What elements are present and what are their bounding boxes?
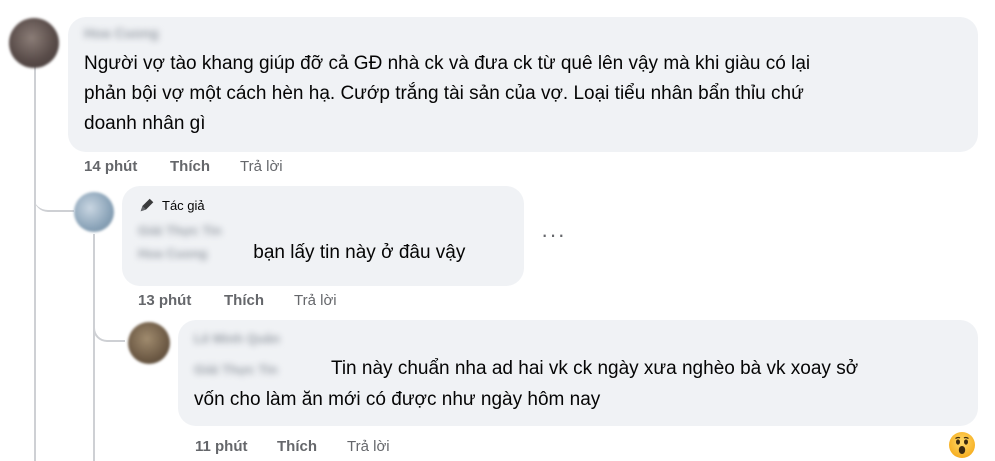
like-button[interactable]: Thích (224, 292, 294, 309)
like-button[interactable]: Thích (277, 438, 347, 455)
comment-author[interactable]: Hoa Cuong (84, 25, 962, 49)
reply-button[interactable]: Trả lời (294, 292, 337, 309)
like-button[interactable]: Thích (170, 158, 240, 175)
comment-text-line: Người vợ tào khang giúp đỡ cả GĐ nhà ck … (84, 53, 811, 74)
author-name[interactable]: Giải Thực Tin (138, 223, 222, 238)
timestamp[interactable]: 14 phút (84, 158, 170, 175)
timestamp[interactable]: 13 phút (138, 292, 224, 309)
comment-text: Giải Thực Tin Tin này chuẩn nha ad hai v… (194, 354, 962, 415)
reply-button[interactable]: Trả lời (347, 438, 390, 455)
comment-text: Người vợ tào khang giúp đỡ cả GĐ nhà ck … (84, 49, 962, 139)
thread-curve-reply-1 (34, 186, 74, 212)
pen-icon (140, 198, 154, 212)
thread-line-main (34, 62, 36, 461)
more-options-button[interactable]: ··· (541, 222, 566, 248)
mention-tag[interactable]: Hoa Cuong (138, 239, 248, 269)
avatar[interactable] (9, 18, 59, 68)
author-badge: Tác giả (138, 196, 508, 214)
author-name[interactable]: Hoa Cuong (84, 25, 159, 41)
wow-reaction-icon[interactable] (949, 432, 975, 458)
comment-text-line: doanh nhân gì (84, 113, 206, 134)
thread-line-reply (93, 234, 95, 461)
timestamp[interactable]: 11 phút (195, 438, 277, 455)
avatar[interactable] (128, 322, 170, 364)
comment-actions: 14 phút Thích Trả lời (84, 158, 283, 175)
thread-curve-reply-2 (93, 300, 125, 342)
comment-author[interactable]: Lê Minh Quân (194, 330, 962, 350)
reply-button[interactable]: Trả lời (240, 158, 283, 175)
comment-bubble: Tác giả Giải Thực Tin Hoa Cuong bạn lấy … (122, 186, 524, 286)
comment-actions: 11 phút Thích Trả lời (195, 438, 390, 455)
comment-bubble: Lê Minh Quân Giải Thực Tin Tin này chuẩn… (178, 320, 978, 426)
wow-face-icon (955, 436, 969, 454)
comment-text-line: bạn lấy tin này ở đâu vậy (253, 242, 466, 263)
comment-actions: 13 phút Thích Trả lời (138, 292, 337, 309)
comment-text: Hoa Cuong bạn lấy tin này ở đâu vậy (138, 238, 508, 269)
comment-text-line: Tin này chuẩn nha ad hai vk ck ngày xưa … (330, 358, 859, 379)
comment-text-line: vốn cho làm ăn mới có được như ngày hôm … (194, 389, 601, 410)
author-name[interactable]: Lê Minh Quân (194, 331, 280, 346)
author-badge-label: Tác giả (162, 197, 205, 213)
comment-text-line: phản bội vợ một cách hèn hạ. Cướp trắng … (84, 83, 804, 104)
mention-tag[interactable]: Giải Thực Tin (194, 355, 326, 385)
avatar[interactable] (74, 192, 114, 232)
comment-bubble: Hoa Cuong Người vợ tào khang giúp đỡ cả … (68, 17, 978, 152)
